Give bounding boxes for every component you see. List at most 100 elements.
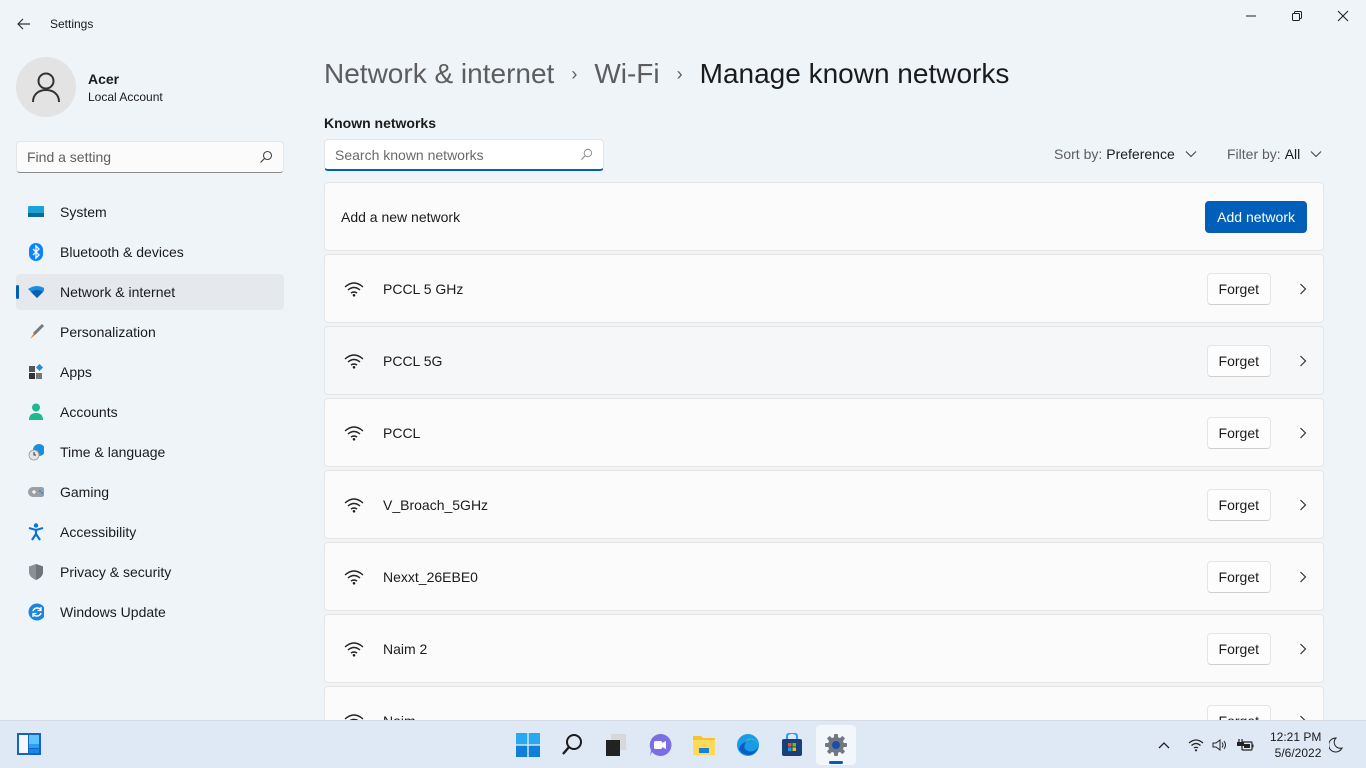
page-title: Manage known networks [699, 58, 1010, 89]
wifi-icon [344, 497, 364, 513]
sidebar-item-bluetooth[interactable]: Bluetooth & devices [16, 234, 284, 270]
edge-icon [737, 734, 759, 756]
person-icon [28, 403, 44, 420]
file-explorer-button[interactable] [684, 725, 724, 765]
breadcrumb: Network & internet › Wi-Fi › Manage know… [324, 58, 1009, 90]
wifi-icon [344, 569, 364, 585]
system-tray: 12:21 PM 5/6/2022 [1158, 721, 1351, 768]
sidebar-item-label: Privacy & security [60, 564, 172, 580]
focus-assist-button[interactable] [1329, 737, 1344, 753]
sidebar-item-personalization[interactable]: Personalization [16, 314, 284, 350]
task-view-button[interactable] [596, 725, 636, 765]
forget-button[interactable]: Forget [1206, 488, 1271, 521]
network-row[interactable]: PCCL Forget [324, 398, 1324, 467]
search-known-networks-box[interactable] [324, 139, 604, 171]
teams-chat-button[interactable] [640, 725, 680, 765]
find-setting-box[interactable] [16, 141, 284, 173]
taskbar-search-button[interactable] [552, 725, 592, 765]
known-networks-list: Add a new network Add network PCCL 5 GHz… [324, 182, 1324, 758]
close-icon [1337, 10, 1349, 22]
sort-value: Preference [1106, 146, 1175, 162]
chevron-right-icon [1300, 283, 1307, 294]
settings-taskbar-button[interactable] [816, 725, 856, 765]
widgets-button[interactable] [16, 732, 42, 756]
wifi-signal [341, 569, 367, 585]
wifi-icon [1188, 739, 1204, 752]
breadcrumb-wifi[interactable]: Wi-Fi [594, 58, 659, 90]
network-row[interactable]: PCCL 5G Forget [324, 326, 1324, 395]
network-tray-button[interactable] [1188, 738, 1204, 752]
sidebar-item-system[interactable]: System [16, 194, 284, 230]
app-title: Settings [50, 17, 94, 31]
minimize-button[interactable] [1228, 0, 1274, 32]
sort-dropdown[interactable]: Sort by: Preference [1054, 146, 1197, 162]
battery-tray-button[interactable] [1236, 738, 1254, 752]
taskbar-apps [508, 725, 860, 765]
chevron-right-icon [1300, 355, 1307, 366]
forget-button[interactable]: Forget [1206, 560, 1271, 593]
clock[interactable]: 12:21 PM 5/6/2022 [1270, 729, 1321, 761]
filter-dropdown[interactable]: Filter by: All [1227, 146, 1322, 162]
sidebar-item-time-language[interactable]: Time & language [16, 434, 284, 470]
wifi-signal [341, 281, 367, 297]
search-icon [260, 150, 273, 163]
forget-button[interactable]: Forget [1206, 272, 1271, 305]
profile-account-type: Local Account [88, 89, 163, 104]
sidebar-item-gaming[interactable]: Gaming [16, 474, 284, 510]
forget-button[interactable]: Forget [1206, 344, 1271, 377]
find-setting-input[interactable] [27, 149, 259, 165]
start-button[interactable] [508, 725, 548, 765]
shield-icon [28, 564, 44, 580]
known-networks-label: Known networks [324, 115, 437, 131]
gamepad-icon [28, 484, 44, 500]
add-network-text: Add a new network [341, 208, 461, 225]
network-details-chevron[interactable] [1271, 283, 1307, 295]
network-details-chevron[interactable] [1271, 571, 1307, 583]
network-row[interactable]: Nexxt_26EBE0 Forget [324, 542, 1324, 611]
network-row[interactable]: PCCL 5 GHz Forget [324, 254, 1324, 323]
windows-logo-icon [516, 733, 540, 757]
store-button[interactable] [772, 725, 812, 765]
volume-tray-button[interactable] [1212, 738, 1228, 752]
minimize-icon [1246, 15, 1256, 17]
sidebar-item-label: Network & internet [60, 284, 176, 300]
sidebar-item-accounts[interactable]: Accounts [16, 394, 284, 430]
network-details-chevron[interactable] [1271, 355, 1307, 367]
avatar [16, 57, 76, 117]
network-name: PCCL 5 GHz [383, 280, 464, 297]
wifi-icon [344, 281, 364, 297]
sidebar-item-apps[interactable]: Apps [16, 354, 284, 390]
restore-button[interactable] [1274, 0, 1320, 32]
sort-label: Sort by: [1054, 146, 1103, 162]
person-avatar-icon [32, 72, 60, 103]
sidebar-item-windows-update[interactable]: Windows Update [16, 594, 284, 630]
add-network-card: Add a new network Add network [324, 182, 1324, 251]
show-hidden-icons-button[interactable] [1158, 741, 1170, 749]
sidebar-item-label: Accessibility [60, 524, 137, 540]
forget-button[interactable]: Forget [1206, 632, 1271, 665]
search-known-networks-input[interactable] [335, 146, 580, 163]
network-details-chevron[interactable] [1271, 427, 1307, 439]
sidebar-item-network[interactable]: Network & internet [16, 274, 284, 310]
back-button[interactable] [12, 12, 36, 36]
network-row[interactable]: V_Broach_5GHz Forget [324, 470, 1324, 539]
network-details-chevron[interactable] [1271, 643, 1307, 655]
breadcrumb-network-internet[interactable]: Network & internet [324, 58, 554, 90]
accessibility-icon [28, 523, 44, 541]
sidebar-item-accessibility[interactable]: Accessibility [16, 514, 284, 550]
store-icon [782, 733, 802, 756]
network-row[interactable]: Naim 2 Forget [324, 614, 1324, 683]
network-details-chevron[interactable] [1271, 499, 1307, 511]
restore-icon [1292, 11, 1302, 21]
edge-button[interactable] [728, 725, 768, 765]
chevron-right-icon [1300, 427, 1307, 438]
add-network-button[interactable]: Add network [1205, 200, 1307, 233]
forget-button[interactable]: Forget [1206, 416, 1271, 449]
chevron-right-icon [1300, 499, 1307, 510]
close-button[interactable] [1320, 0, 1366, 32]
widgets-icon [17, 733, 41, 755]
user-profile[interactable]: Acer Local Account [16, 57, 163, 117]
network-name: Naim 2 [383, 640, 428, 657]
sidebar-item-privacy[interactable]: Privacy & security [16, 554, 284, 590]
breadcrumb-separator: › [676, 63, 683, 84]
